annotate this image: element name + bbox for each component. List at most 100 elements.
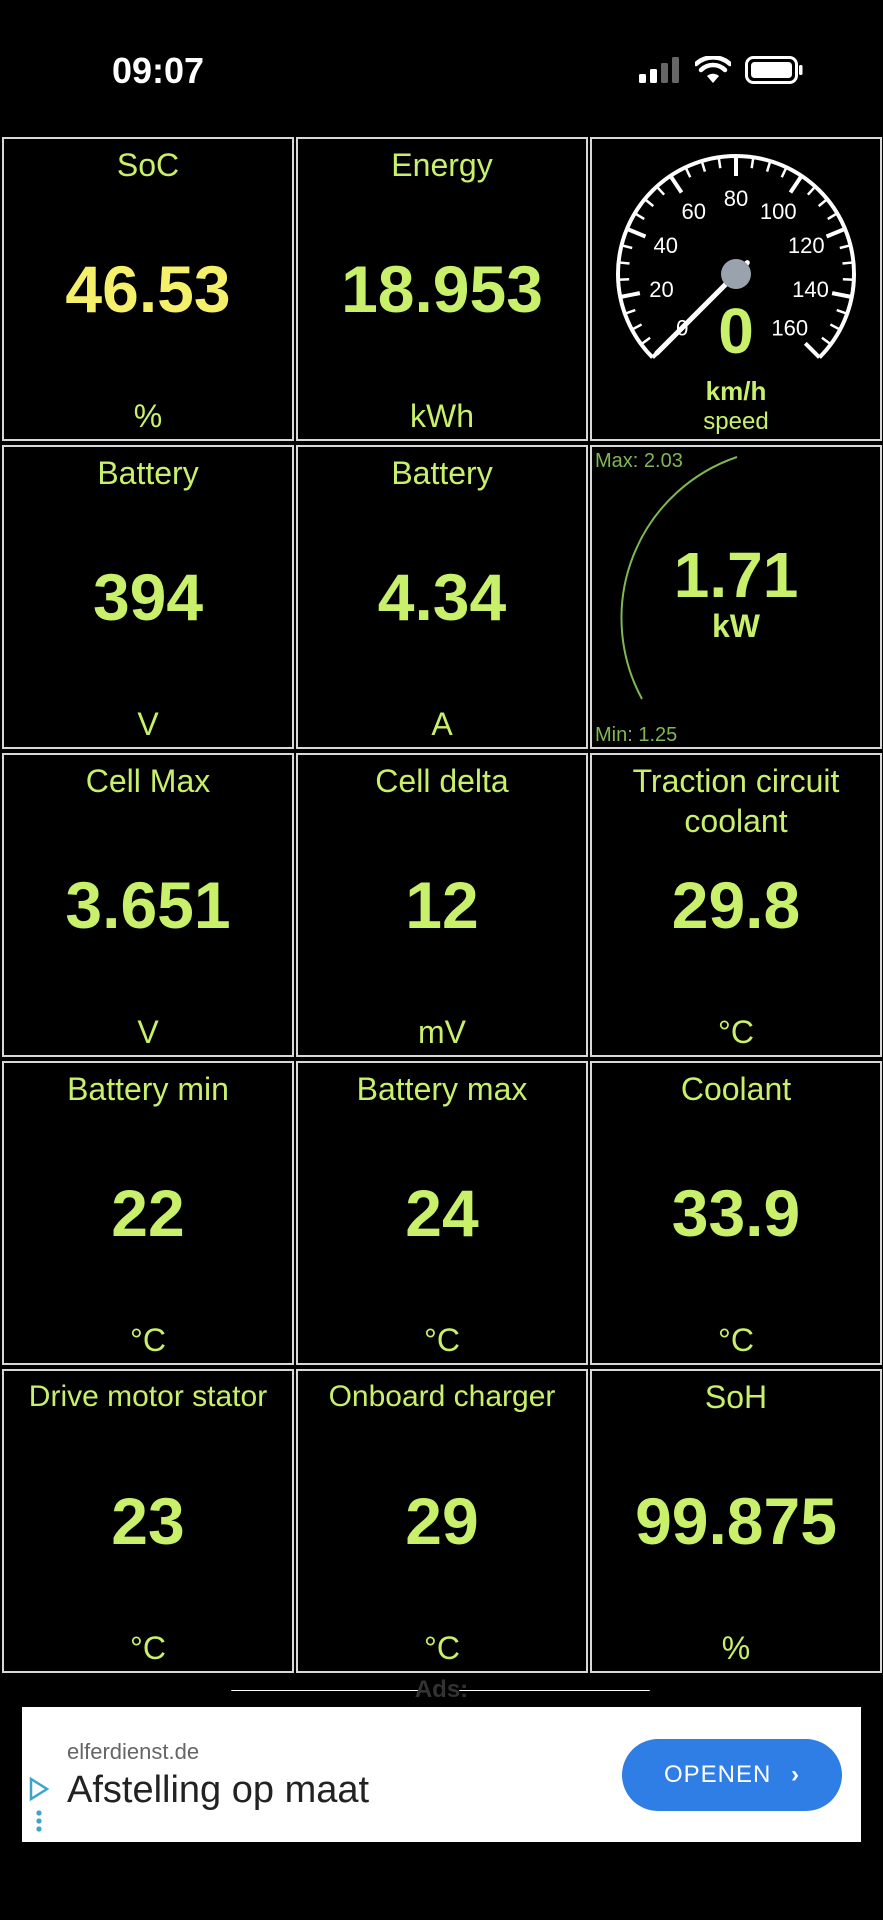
tile-unit: % [721,1630,751,1666]
home-area [0,1842,883,1920]
tile-title: Drive motor stator [28,1380,268,1413]
speedometer-minor-tick [780,166,788,178]
speedometer-minor-tick [765,160,772,172]
speed-value: 0 [718,295,754,367]
tile-onboard-charger[interactable]: Onboard charger 29 °C [296,1369,588,1673]
dashboard-grid: SoC 46.53 % Energy 18.953 kWh 0 20 4060 80 1… [2,137,882,1673]
tile-soc[interactable]: SoC 46.53 % [2,137,294,441]
speedometer-minor-tick [827,212,838,221]
speedometer-minor-tick [717,157,722,169]
tile-value: 22 [111,1176,185,1250]
tile-drive-motor-stator[interactable]: Drive motor stator 23 °C [2,1369,294,1673]
tile-value: 24 [405,1176,479,1250]
speedometer-minor-tick [643,198,655,208]
speedometer-major-tick [619,291,641,299]
tile-title: Traction circuit coolant [632,763,840,839]
tile-soh[interactable]: SoH 99.875 % [590,1369,882,1673]
tile-unit: V [137,1014,159,1050]
speedometer-minor-tick [842,261,854,265]
speedometer-minor-tick [839,244,851,250]
tile-unit: °C [424,1630,460,1666]
speedometer-major-tick [831,291,853,299]
speedometer-minor-tick [750,157,755,169]
tile-unit: % [133,398,163,434]
tile-value: 12 [405,868,479,942]
signal-icon [639,57,679,83]
speedometer-tick-label: 120 [788,233,825,258]
tile-value: 23 [111,1484,185,1558]
power-unit: kW [712,608,761,644]
speedometer-tick-label: 60 [682,199,706,224]
ad-title: Afstelling op maat [67,1769,370,1811]
speedometer-minor-tick [640,336,651,346]
tile-value: 18.953 [341,252,543,326]
needle-hub [721,259,751,289]
ad-banner[interactable]: elferdienst.de Afstelling op maat OPENEN… [22,1707,861,1842]
speedometer-major-tick [825,226,846,239]
power-max-label: Max: 2.03 [595,450,683,472]
tile-coolant[interactable]: Coolant 33.9 °C [590,1061,882,1365]
speedometer-gauge: 020406080100120140160 0 km/h speed [616,154,856,435]
tile-unit: °C [424,1322,460,1358]
wifi-icon [695,56,731,83]
tile-battery-current[interactable]: Battery 4.34 A [296,445,588,749]
speedometer-minor-tick [821,336,832,346]
speedometer-minor-tick [618,261,630,265]
speedometer-minor-tick [684,166,692,178]
speedometer-tick-label: 140 [792,277,829,302]
tile-unit: mV [418,1014,466,1050]
tile-title: Cell delta [375,763,509,799]
power-gauge: Max: 2.03 Min: 1.25 1.71 kW [595,450,798,746]
tile-value: 99.875 [635,1484,837,1558]
tile-value: 29.8 [671,868,801,942]
speedometer-minor-tick [836,308,848,315]
speed-label: speed [703,408,768,435]
speedometer-minor-tick [817,198,829,208]
tile-value: 3.651 [65,868,231,942]
tile-energy[interactable]: Energy 18.953 kWh [296,137,588,441]
clock: 09:07 [112,50,205,91]
tile-cell-delta[interactable]: Cell delta 12 mV [296,753,588,1057]
tile-value: 33.9 [671,1176,801,1250]
speedometer-minor-tick [806,185,817,196]
tile-title: Coolant [680,1071,792,1107]
tile-unit: °C [718,1014,754,1050]
speedometer-major-tick [626,226,647,239]
speedometer-tick-label: 80 [724,186,748,211]
tile-title: SoC [116,147,180,183]
tile-title: Energy [391,147,493,183]
speed-unit: km/h [706,376,767,406]
speedometer-minor-tick [624,308,636,315]
tile-battery-voltage[interactable]: Battery 394 V [2,445,294,749]
speedometer-minor-tick [631,323,643,331]
speedometer-major-tick [788,174,804,194]
speedometer-minor-tick [842,278,854,282]
ad-open-button[interactable]: OPENEN › [622,1739,842,1811]
tile-speedometer[interactable]: 020406080100120140160 0 km/h speed [590,137,882,441]
speedometer-tick-label: 20 [649,277,673,302]
battery-icon [745,56,803,84]
speedometer-minor-tick [634,212,645,221]
tile-value: 29 [405,1484,479,1558]
speedometer-tick-label: 160 [771,316,808,341]
ad-open-label: OPENEN [663,1761,772,1788]
tile-value: 4.34 [377,560,507,634]
tile-unit: °C [130,1630,166,1666]
tile-battery-max[interactable]: Battery max 24 °C [296,1061,588,1365]
tile-unit: kWh [410,398,474,434]
tile-battery-min[interactable]: Battery min 22 °C [2,1061,294,1365]
tile-unit: °C [718,1322,754,1358]
tile-cell-max[interactable]: Cell Max 3.651 V [2,753,294,1057]
speedometer-tick-label: 100 [760,199,797,224]
tile-title: Cell Max [85,763,211,799]
tile-title: Battery max [356,1071,528,1107]
tile-value: 46.53 [65,252,231,326]
speedometer-minor-tick [829,323,841,331]
tile-power-gauge[interactable]: Max: 2.03 Min: 1.25 1.71 kW [590,445,882,749]
speedometer-minor-tick [655,185,666,196]
tile-unit: °C [130,1322,166,1358]
ad-choices-icon[interactable] [27,1777,51,1833]
chevron-right-icon: › [791,1761,801,1788]
tile-traction-coolant[interactable]: Traction circuit coolant 29.8 °C [590,753,882,1057]
status-bar: 09:07 [0,0,883,130]
